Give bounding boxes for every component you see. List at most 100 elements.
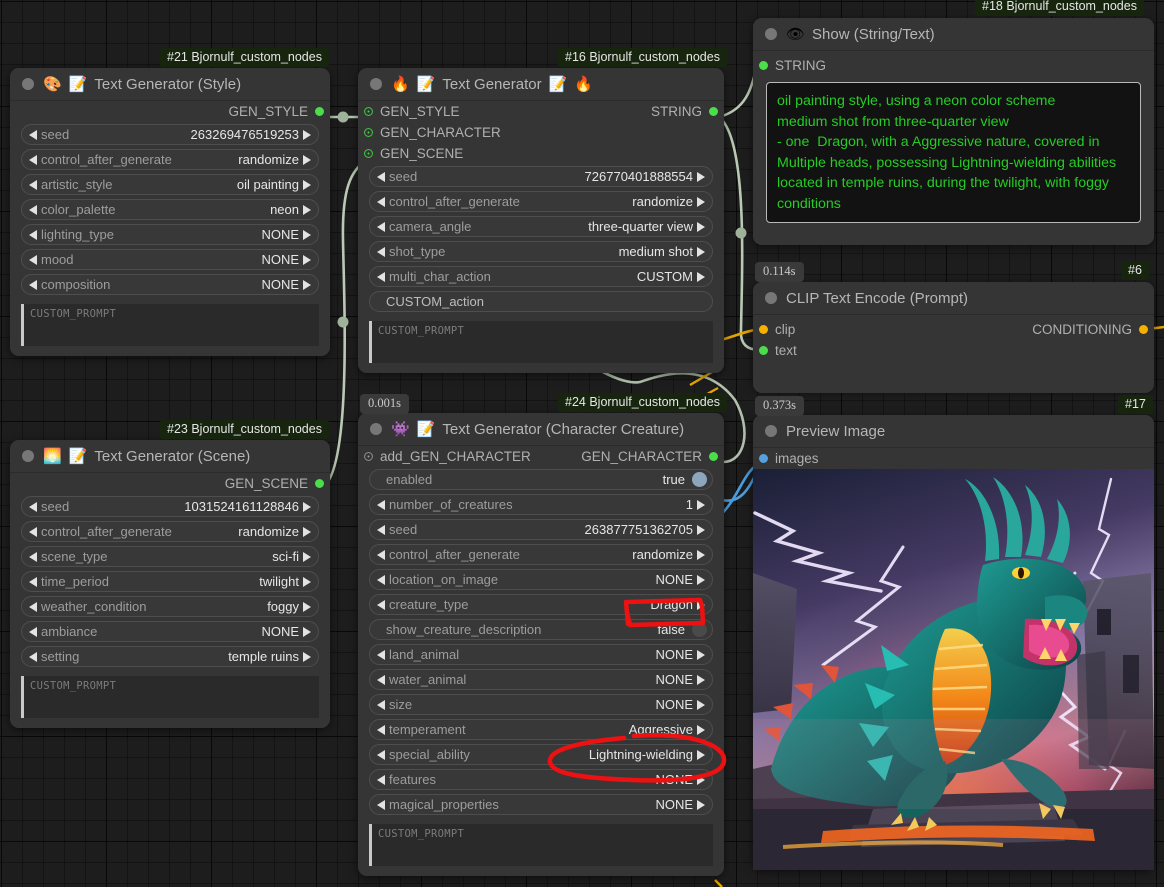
increment-arrow-icon[interactable] — [697, 222, 705, 232]
input-dot-icon[interactable] — [759, 61, 768, 70]
node-text-generator-style[interactable]: 🎨 📝 Text Generator (Style) GEN_STYLE see… — [10, 68, 330, 356]
decrement-arrow-icon[interactable] — [29, 180, 37, 190]
node-title-style[interactable]: 🎨 📝 Text Generator (Style) — [10, 68, 330, 101]
widget-custom-action[interactable]: CUSTOM_action — [369, 291, 713, 312]
widget-features[interactable]: features NONE — [369, 769, 713, 790]
io-slot-clip[interactable]: clip CONDITIONING — [753, 319, 1154, 340]
collapse-toggle-icon[interactable] — [765, 28, 777, 40]
node-text-generator[interactable]: 🔥 📝 Text Generator 📝 🔥 GEN_STYLE STRING … — [358, 68, 724, 373]
decrement-arrow-icon[interactable] — [29, 527, 37, 537]
decrement-arrow-icon[interactable] — [377, 725, 385, 735]
increment-arrow-icon[interactable] — [697, 800, 705, 810]
node-graph-canvas[interactable]: #21 Bjornulf_custom_nodes 🎨 📝 Text Gener… — [0, 0, 1164, 887]
decrement-arrow-icon[interactable] — [29, 230, 37, 240]
collapse-toggle-icon[interactable] — [370, 423, 382, 435]
widget-water-animal[interactable]: water_animal NONE — [369, 669, 713, 690]
input-dot-icon[interactable] — [759, 346, 768, 355]
input-dot-icon[interactable] — [364, 107, 373, 116]
widget-shot-type[interactable]: shot_type medium shot — [369, 241, 713, 262]
node-title-creature[interactable]: 👾 📝 Text Generator (Character Creature) — [358, 413, 724, 446]
increment-arrow-icon[interactable] — [697, 525, 705, 535]
input-slot-text[interactable]: text — [753, 340, 1154, 361]
widget-size[interactable]: size NONE — [369, 694, 713, 715]
decrement-arrow-icon[interactable] — [377, 247, 385, 257]
widget-magical-properties[interactable]: magical_properties NONE — [369, 794, 713, 815]
decrement-arrow-icon[interactable] — [29, 552, 37, 562]
increment-arrow-icon[interactable] — [303, 627, 311, 637]
increment-arrow-icon[interactable] — [303, 130, 311, 140]
decrement-arrow-icon[interactable] — [377, 222, 385, 232]
increment-arrow-icon[interactable] — [697, 575, 705, 585]
widget-time-period[interactable]: time_period twilight — [21, 571, 319, 592]
increment-arrow-icon[interactable] — [303, 502, 311, 512]
widget-control-after-generate[interactable]: control_after_generate randomize — [369, 191, 713, 212]
widget-enabled[interactable]: enabled true — [369, 469, 713, 490]
increment-arrow-icon[interactable] — [303, 180, 311, 190]
widget-weather-condition[interactable]: weather_condition foggy — [21, 596, 319, 617]
decrement-arrow-icon[interactable] — [29, 577, 37, 587]
decrement-arrow-icon[interactable] — [29, 502, 37, 512]
decrement-arrow-icon[interactable] — [377, 600, 385, 610]
widget-temperament[interactable]: temperament Aggressive — [369, 719, 713, 740]
widget-setting[interactable]: setting temple ruins — [21, 646, 319, 667]
decrement-arrow-icon[interactable] — [377, 525, 385, 535]
increment-arrow-icon[interactable] — [697, 775, 705, 785]
increment-arrow-icon[interactable] — [697, 172, 705, 182]
decrement-arrow-icon[interactable] — [29, 205, 37, 215]
node-clip-text-encode[interactable]: CLIP Text Encode (Prompt) clip CONDITION… — [753, 282, 1154, 390]
collapse-toggle-icon[interactable] — [765, 292, 777, 304]
widget-land-animal[interactable]: land_animal NONE — [369, 644, 713, 665]
increment-arrow-icon[interactable] — [697, 725, 705, 735]
collapse-toggle-icon[interactable] — [22, 450, 34, 462]
io-slot-add-gen-character[interactable]: add_GEN_CHARACTER GEN_CHARACTER — [358, 446, 724, 467]
widget-control-after-generate[interactable]: control_after_generate randomize — [21, 521, 319, 542]
output-slot-gen-scene[interactable]: GEN_SCENE — [10, 473, 330, 494]
decrement-arrow-icon[interactable] — [29, 652, 37, 662]
decrement-arrow-icon[interactable] — [377, 550, 385, 560]
increment-arrow-icon[interactable] — [303, 205, 311, 215]
output-dot-icon[interactable] — [315, 479, 324, 488]
decrement-arrow-icon[interactable] — [377, 800, 385, 810]
increment-arrow-icon[interactable] — [303, 577, 311, 587]
widget-control-after-generate[interactable]: control_after_generate randomize — [369, 544, 713, 565]
input-slot-gen-character[interactable]: GEN_CHARACTER — [358, 122, 724, 143]
toggle-knob-icon[interactable] — [692, 622, 707, 637]
decrement-arrow-icon[interactable] — [377, 197, 385, 207]
collapse-toggle-icon[interactable] — [370, 78, 382, 90]
custom-prompt-textarea-textgen[interactable]: CUSTOM_PROMPT — [369, 321, 713, 363]
input-slot-string[interactable]: STRING — [753, 55, 1154, 76]
widget-artistic-style[interactable]: artistic_style oil painting — [21, 174, 319, 195]
decrement-arrow-icon[interactable] — [377, 650, 385, 660]
widget-creature-type[interactable]: creature_type Dragon — [369, 594, 713, 615]
widget-seed[interactable]: seed 726770401888554 — [369, 166, 713, 187]
decrement-arrow-icon[interactable] — [377, 750, 385, 760]
custom-prompt-textarea-style[interactable]: CUSTOM_PROMPT — [21, 304, 319, 346]
widget-color-palette[interactable]: color_palette neon — [21, 199, 319, 220]
widget-control-after-generate[interactable]: control_after_generate randomize — [21, 149, 319, 170]
node-text-generator-character-creature[interactable]: 👾 📝 Text Generator (Character Creature) … — [358, 413, 724, 876]
custom-prompt-textarea-creature[interactable]: CUSTOM_PROMPT — [369, 824, 713, 866]
widget-lighting-type[interactable]: lighting_type NONE — [21, 224, 319, 245]
widget-camera-angle[interactable]: camera_angle three-quarter view — [369, 216, 713, 237]
input-dot-icon[interactable] — [364, 149, 373, 158]
decrement-arrow-icon[interactable] — [377, 675, 385, 685]
collapse-toggle-icon[interactable] — [22, 78, 34, 90]
widget-composition[interactable]: composition NONE — [21, 274, 319, 295]
increment-arrow-icon[interactable] — [303, 280, 311, 290]
decrement-arrow-icon[interactable] — [29, 130, 37, 140]
increment-arrow-icon[interactable] — [697, 550, 705, 560]
decrement-arrow-icon[interactable] — [29, 627, 37, 637]
widget-location-on-image[interactable]: location_on_image NONE — [369, 569, 713, 590]
input-dot-icon[interactable] — [364, 452, 373, 461]
collapse-toggle-icon[interactable] — [765, 425, 777, 437]
output-slot-gen-style[interactable]: GEN_STYLE — [10, 101, 330, 122]
decrement-arrow-icon[interactable] — [377, 700, 385, 710]
io-slot-gen-style[interactable]: GEN_STYLE STRING — [358, 101, 724, 122]
widget-mood[interactable]: mood NONE — [21, 249, 319, 270]
widget-special-ability[interactable]: special_ability Lightning-wielding — [369, 744, 713, 765]
increment-arrow-icon[interactable] — [303, 602, 311, 612]
input-dot-icon[interactable] — [759, 325, 768, 334]
increment-arrow-icon[interactable] — [697, 197, 705, 207]
output-dot-icon[interactable] — [709, 107, 718, 116]
decrement-arrow-icon[interactable] — [377, 775, 385, 785]
